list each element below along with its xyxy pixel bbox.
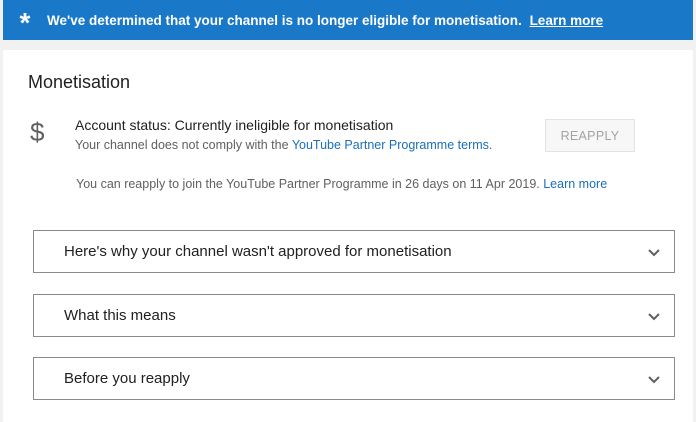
accordion-label: What this means [64,307,176,324]
banner-message: We've determined that your channel is no… [47,13,603,28]
accordion-label: Here's why your channel wasn't approved … [64,243,452,260]
monetisation-title: Monetisation [28,72,131,92]
accordion-before-reapply[interactable]: Before you reapply [33,357,675,400]
accordion-label: Before you reapply [64,370,190,387]
chevron-down-icon [648,248,660,256]
reapply-note: You can reapply to join the YouTube Part… [76,177,607,191]
dollar-icon: $ [30,117,45,147]
reapply-learn-more-link[interactable]: Learn more [543,177,607,191]
asterisk-icon: * [19,7,31,38]
compliance-note-suffix: . [488,138,493,152]
banner-learn-more-link[interactable]: Learn more [530,13,604,28]
partner-terms-link[interactable]: YouTube Partner Programme terms [292,138,489,152]
monetisation-card: Monetisation $ Account status: Currently… [3,50,693,422]
chevron-down-icon [648,312,660,320]
compliance-note-prefix: Your channel does not comply with the [75,138,292,152]
chevron-down-icon [648,375,660,383]
compliance-note: Your channel does not comply with the Yo… [75,138,492,152]
accordion-why-not-approved[interactable]: Here's why your channel wasn't approved … [33,230,675,273]
reapply-note-text: You can reapply to join the YouTube Part… [76,177,540,191]
accordion-what-this-means[interactable]: What this means [33,294,675,337]
reapply-button[interactable]: REAPPLY [545,119,635,152]
account-status: Account status: Currently ineligible for… [75,117,394,133]
banner-message-text: We've determined that your channel is no… [47,12,522,28]
ineligibility-banner: * We've determined that your channel is … [3,0,693,40]
